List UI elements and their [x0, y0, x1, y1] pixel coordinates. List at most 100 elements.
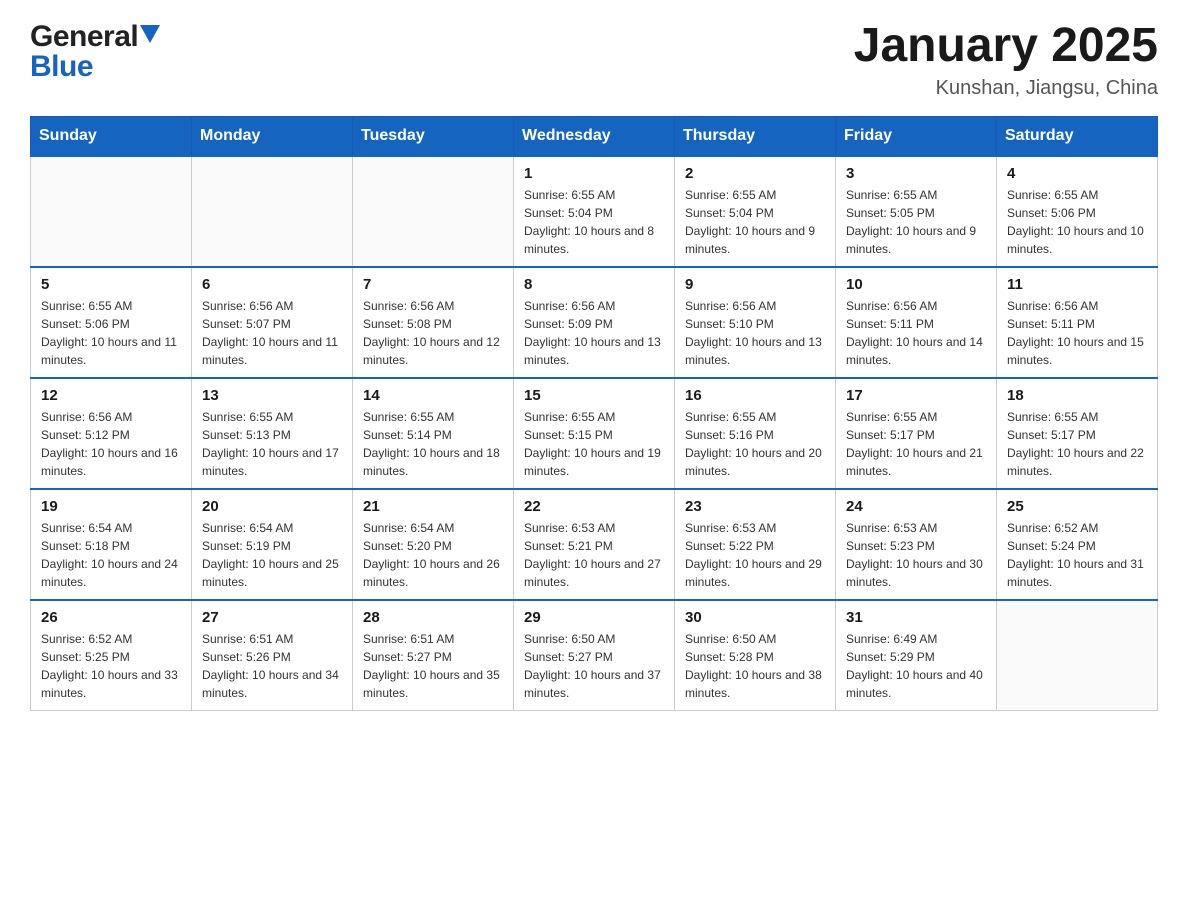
calendar-cell: 8Sunrise: 6:56 AM Sunset: 5:09 PM Daylig…: [514, 267, 675, 378]
day-number: 15: [524, 387, 664, 404]
calendar-cell: [353, 156, 514, 267]
day-info: Sunrise: 6:56 AM Sunset: 5:12 PM Dayligh…: [41, 408, 181, 480]
calendar-cell: [997, 600, 1158, 711]
calendar-cell: [192, 156, 353, 267]
calendar-cell: 15 Sunrise: 6:55 AM Sunset: 5:15 PM Dayli…: [514, 378, 675, 489]
page-header: General Blue January 2025 Kunshan, Jiang…: [30, 20, 1158, 100]
day-number: 29: [524, 609, 664, 626]
calendar-cell: 31Sunrise: 6:49 AM Sunset: 5:29 PM Dayli…: [836, 600, 997, 711]
day-info: Sunrise: 6:55 AM Sunset: 5:06 PM Dayligh…: [1007, 186, 1147, 258]
calendar-cell: 27Sunrise: 6:51 AM Sunset: 5:26 PM Dayli…: [192, 600, 353, 711]
calendar-cell: 20 Sunrise: 6:54 AM Sunset: 5:19 PM Dayli…: [192, 489, 353, 600]
day-info: Sunrise: 6:54 AM Sunset: 5:19 PM Dayligh…: [202, 519, 342, 591]
day-info: Sunrise: 6:55 AM Sunset: 5:04 PM Dayligh…: [524, 186, 664, 258]
calendar-cell: 4 Sunrise: 6:55 AM Sunset: 5:06 PM Daylig…: [997, 156, 1158, 267]
day-number: 2: [685, 165, 825, 182]
day-number: 17: [846, 387, 986, 404]
calendar-cell: 16Sunrise: 6:55 AM Sunset: 5:16 PM Dayli…: [675, 378, 836, 489]
day-number: 5: [41, 276, 181, 293]
day-info: Sunrise: 6:55 AM Sunset: 5:17 PM Dayligh…: [846, 408, 986, 480]
calendar-cell: 28 Sunrise: 6:51 AM Sunset: 5:27 PM Dayli…: [353, 600, 514, 711]
calendar-cell: 21 Sunrise: 6:54 AM Sunset: 5:20 PM Dayli…: [353, 489, 514, 600]
calendar-cell: 12 Sunrise: 6:56 AM Sunset: 5:12 PM Dayli…: [31, 378, 192, 489]
day-info: Sunrise: 6:55 AM Sunset: 5:17 PM Dayligh…: [1007, 408, 1147, 480]
calendar-header-tuesday: Tuesday: [353, 116, 514, 156]
day-number: 1: [524, 165, 664, 182]
day-info: Sunrise: 6:52 AM Sunset: 5:24 PM Dayligh…: [1007, 519, 1147, 591]
calendar-cell: 26Sunrise: 6:52 AM Sunset: 5:25 PM Dayli…: [31, 600, 192, 711]
day-info: Sunrise: 6:51 AM Sunset: 5:27 PM Dayligh…: [363, 630, 503, 702]
day-number: 10: [846, 276, 986, 293]
calendar-week-row: 1 Sunrise: 6:55 AM Sunset: 5:04 PM Daylig…: [31, 156, 1158, 267]
day-number: 25: [1007, 498, 1147, 515]
day-info: Sunrise: 6:55 AM Sunset: 5:06 PM Dayligh…: [41, 297, 181, 369]
day-info: Sunrise: 6:50 AM Sunset: 5:27 PM Dayligh…: [524, 630, 664, 702]
day-number: 8: [524, 276, 664, 293]
day-number: 6: [202, 276, 342, 293]
day-number: 19: [41, 498, 181, 515]
day-info: Sunrise: 6:55 AM Sunset: 5:13 PM Dayligh…: [202, 408, 342, 480]
calendar-week-row: 26Sunrise: 6:52 AM Sunset: 5:25 PM Dayli…: [31, 600, 1158, 711]
calendar-cell: 14Sunrise: 6:55 AM Sunset: 5:14 PM Dayli…: [353, 378, 514, 489]
calendar-header-friday: Friday: [836, 116, 997, 156]
day-number: 13: [202, 387, 342, 404]
calendar-cell: 23Sunrise: 6:53 AM Sunset: 5:22 PM Dayli…: [675, 489, 836, 600]
month-title: January 2025: [854, 20, 1158, 73]
day-info: Sunrise: 6:55 AM Sunset: 5:15 PM Dayligh…: [524, 408, 664, 480]
day-number: 11: [1007, 276, 1147, 293]
day-info: Sunrise: 6:54 AM Sunset: 5:18 PM Dayligh…: [41, 519, 181, 591]
calendar-cell: 30Sunrise: 6:50 AM Sunset: 5:28 PM Dayli…: [675, 600, 836, 711]
day-number: 16: [685, 387, 825, 404]
calendar-cell: 7Sunrise: 6:56 AM Sunset: 5:08 PM Daylig…: [353, 267, 514, 378]
day-info: Sunrise: 6:56 AM Sunset: 5:08 PM Dayligh…: [363, 297, 503, 369]
day-info: Sunrise: 6:49 AM Sunset: 5:29 PM Dayligh…: [846, 630, 986, 702]
day-number: 3: [846, 165, 986, 182]
calendar-week-row: 12 Sunrise: 6:56 AM Sunset: 5:12 PM Dayli…: [31, 378, 1158, 489]
calendar-week-row: 19 Sunrise: 6:54 AM Sunset: 5:18 PM Dayli…: [31, 489, 1158, 600]
day-info: Sunrise: 6:51 AM Sunset: 5:26 PM Dayligh…: [202, 630, 342, 702]
day-info: Sunrise: 6:56 AM Sunset: 5:10 PM Dayligh…: [685, 297, 825, 369]
day-number: 12: [41, 387, 181, 404]
calendar-header-row: SundayMondayTuesdayWednesdayThursdayFrid…: [31, 116, 1158, 156]
day-info: Sunrise: 6:56 AM Sunset: 5:11 PM Dayligh…: [846, 297, 986, 369]
calendar-table: SundayMondayTuesdayWednesdayThursdayFrid…: [30, 116, 1158, 711]
calendar-cell: 1 Sunrise: 6:55 AM Sunset: 5:04 PM Daylig…: [514, 156, 675, 267]
location: Kunshan, Jiangsu, China: [854, 77, 1158, 100]
day-number: 22: [524, 498, 664, 515]
calendar-cell: 24Sunrise: 6:53 AM Sunset: 5:23 PM Dayli…: [836, 489, 997, 600]
day-number: 24: [846, 498, 986, 515]
calendar-header-sunday: Sunday: [31, 116, 192, 156]
calendar-cell: 10 Sunrise: 6:56 AM Sunset: 5:11 PM Dayli…: [836, 267, 997, 378]
day-info: Sunrise: 6:55 AM Sunset: 5:04 PM Dayligh…: [685, 186, 825, 258]
day-number: 9: [685, 276, 825, 293]
calendar-cell: 13 Sunrise: 6:55 AM Sunset: 5:13 PM Dayli…: [192, 378, 353, 489]
calendar-cell: 17 Sunrise: 6:55 AM Sunset: 5:17 PM Dayli…: [836, 378, 997, 489]
day-number: 4: [1007, 165, 1147, 182]
day-number: 20: [202, 498, 342, 515]
day-number: 28: [363, 609, 503, 626]
day-info: Sunrise: 6:55 AM Sunset: 5:14 PM Dayligh…: [363, 408, 503, 480]
day-info: Sunrise: 6:56 AM Sunset: 5:07 PM Dayligh…: [202, 297, 342, 369]
day-number: 21: [363, 498, 503, 515]
calendar-cell: 6 Sunrise: 6:56 AM Sunset: 5:07 PM Daylig…: [192, 267, 353, 378]
calendar-cell: 3Sunrise: 6:55 AM Sunset: 5:05 PM Daylig…: [836, 156, 997, 267]
logo: General Blue: [30, 20, 160, 84]
day-info: Sunrise: 6:54 AM Sunset: 5:20 PM Dayligh…: [363, 519, 503, 591]
calendar-week-row: 5 Sunrise: 6:55 AM Sunset: 5:06 PM Daylig…: [31, 267, 1158, 378]
logo-blue-text: Blue: [30, 50, 93, 84]
day-number: 26: [41, 609, 181, 626]
calendar-header-saturday: Saturday: [997, 116, 1158, 156]
calendar-cell: [31, 156, 192, 267]
calendar-cell: 2 Sunrise: 6:55 AM Sunset: 5:04 PM Daylig…: [675, 156, 836, 267]
calendar-cell: 5 Sunrise: 6:55 AM Sunset: 5:06 PM Daylig…: [31, 267, 192, 378]
calendar-cell: 29 Sunrise: 6:50 AM Sunset: 5:27 PM Dayli…: [514, 600, 675, 711]
logo-general-text: General: [30, 20, 138, 54]
day-number: 30: [685, 609, 825, 626]
calendar-cell: 18Sunrise: 6:55 AM Sunset: 5:17 PM Dayli…: [997, 378, 1158, 489]
calendar-cell: 11Sunrise: 6:56 AM Sunset: 5:11 PM Dayli…: [997, 267, 1158, 378]
calendar-cell: 19 Sunrise: 6:54 AM Sunset: 5:18 PM Dayli…: [31, 489, 192, 600]
day-info: Sunrise: 6:53 AM Sunset: 5:21 PM Dayligh…: [524, 519, 664, 591]
calendar-cell: 22 Sunrise: 6:53 AM Sunset: 5:21 PM Dayli…: [514, 489, 675, 600]
calendar-header-monday: Monday: [192, 116, 353, 156]
calendar-header-thursday: Thursday: [675, 116, 836, 156]
